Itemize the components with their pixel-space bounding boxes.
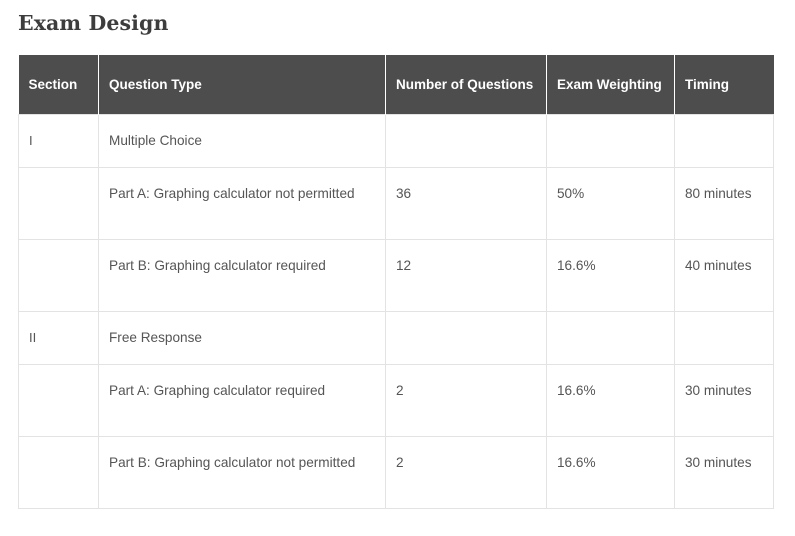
cell-timing: 80 minutes [674, 167, 774, 240]
cell-question-type: Free Response [98, 311, 386, 365]
cell-timing [674, 114, 774, 168]
cell-section [18, 364, 99, 437]
cell-exam-weighting: 50% [546, 167, 675, 240]
cell-question-type: Multiple Choice [98, 114, 386, 168]
cell-question-type: Part B: Graphing calculator required [98, 239, 386, 312]
cell-number-of-questions [385, 114, 547, 168]
cell-timing [674, 311, 774, 365]
table-row: Part B: Graphing calculator not permitte… [18, 436, 774, 509]
exam-design-table: Section Question Type Number of Question… [18, 55, 774, 509]
cell-section: II [18, 311, 99, 365]
cell-question-type: Part B: Graphing calculator not permitte… [98, 436, 386, 509]
table-row: I Multiple Choice [18, 114, 774, 168]
cell-section [18, 167, 99, 240]
cell-exam-weighting [546, 311, 675, 365]
column-header-question-type: Question Type [98, 55, 386, 115]
cell-section: I [18, 114, 99, 168]
cell-exam-weighting: 16.6% [546, 436, 675, 509]
table-body: I Multiple Choice Part A: Graphing calcu… [18, 114, 774, 509]
cell-number-of-questions: 12 [385, 239, 547, 312]
table-header-row: Section Question Type Number of Question… [18, 55, 774, 115]
cell-number-of-questions [385, 311, 547, 365]
column-header-section: Section [18, 55, 99, 115]
cell-number-of-questions: 2 [385, 436, 547, 509]
table-row: Part A: Graphing calculator not permitte… [18, 167, 774, 240]
column-header-timing: Timing [674, 55, 774, 115]
table-row: II Free Response [18, 311, 774, 365]
cell-timing: 40 minutes [674, 239, 774, 312]
table-row: Part B: Graphing calculator required 12 … [18, 239, 774, 312]
table-row: Part A: Graphing calculator required 2 1… [18, 364, 774, 437]
cell-number-of-questions: 36 [385, 167, 547, 240]
cell-timing: 30 minutes [674, 364, 774, 437]
cell-exam-weighting: 16.6% [546, 364, 675, 437]
page-root: Exam Design Section Question Type Number… [0, 0, 795, 536]
page-title: Exam Design [18, 11, 169, 35]
column-header-exam-weighting: Exam Weighting [546, 55, 675, 115]
cell-number-of-questions: 2 [385, 364, 547, 437]
column-header-number-of-questions: Number of Questions [385, 55, 547, 115]
cell-section [18, 436, 99, 509]
cell-section [18, 239, 99, 312]
exam-design-table-container: Section Question Type Number of Question… [18, 55, 774, 509]
cell-question-type: Part A: Graphing calculator required [98, 364, 386, 437]
cell-exam-weighting [546, 114, 675, 168]
table-header: Section Question Type Number of Question… [18, 55, 774, 115]
cell-timing: 30 minutes [674, 436, 774, 509]
cell-exam-weighting: 16.6% [546, 239, 675, 312]
cell-question-type: Part A: Graphing calculator not permitte… [98, 167, 386, 240]
